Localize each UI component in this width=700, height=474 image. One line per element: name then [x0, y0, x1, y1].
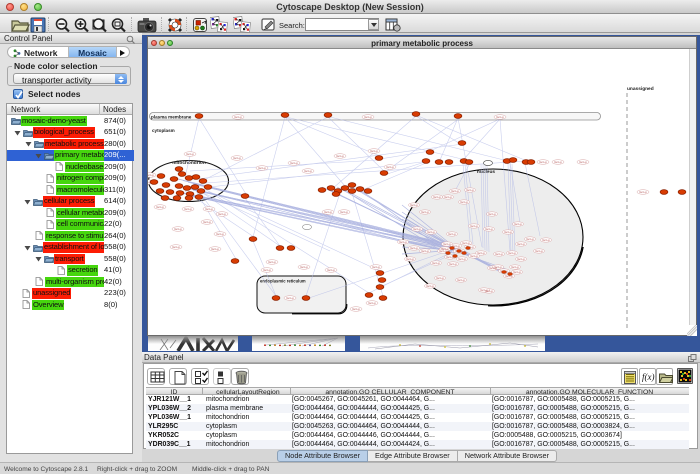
svg-text:Gcn-p: Gcn-p — [290, 161, 298, 165]
svg-text:Gcn-p: Gcn-p — [504, 230, 512, 234]
svg-text:Gcn-p: Gcn-p — [554, 160, 562, 164]
svg-text:Gcn-p: Gcn-p — [205, 207, 213, 211]
svg-text:Gcn-p: Gcn-p — [203, 220, 211, 224]
svg-text:Gcn-p: Gcn-p — [368, 301, 376, 305]
svg-text:Gcn-p: Gcn-p — [421, 249, 429, 253]
svg-text:Gcn-p: Gcn-p — [495, 252, 503, 256]
svg-text:Gcn-p: Gcn-p — [514, 222, 522, 226]
svg-text:Gcn-p: Gcn-p — [444, 195, 452, 199]
svg-text:Gcn-p: Gcn-p — [458, 257, 466, 261]
svg-text:Gcn-p: Gcn-p — [410, 203, 418, 207]
svg-text:Gcn-p: Gcn-p — [462, 241, 470, 245]
svg-text:plasma membrane: plasma membrane — [151, 115, 192, 120]
svg-text:Gcn-p: Gcn-p — [443, 242, 451, 246]
svg-text:Gcn-p: Gcn-p — [172, 245, 180, 249]
svg-text:Gcn-p: Gcn-p — [448, 232, 456, 236]
svg-text:Gcn-p: Gcn-p — [216, 232, 224, 236]
svg-text:Gcn-p: Gcn-p — [488, 212, 496, 216]
svg-text:Gcn-p: Gcn-p — [539, 160, 547, 164]
svg-text:Gcn-p: Gcn-p — [258, 166, 266, 170]
svg-text:Gcn-p: Gcn-p — [324, 210, 332, 214]
svg-text:Gcn-p: Gcn-p — [579, 160, 587, 164]
svg-text:Gcn-p: Gcn-p — [535, 249, 543, 253]
svg-text:unassigned: unassigned — [627, 86, 654, 92]
svg-text:Gcn-p: Gcn-p — [233, 156, 241, 160]
svg-text:Gcn-p: Gcn-p — [426, 284, 434, 288]
svg-text:f(x): f(x) — [642, 372, 655, 382]
svg-text:Gcn-p: Gcn-p — [517, 257, 525, 261]
svg-text:Gcn-p: Gcn-p — [421, 210, 429, 214]
svg-text:Gcn-p: Gcn-p — [460, 200, 468, 204]
svg-text:Gcn-p: Gcn-p — [336, 154, 344, 158]
svg-text:Gcn-p: Gcn-p — [413, 227, 421, 231]
svg-text:Gcn-p: Gcn-p — [186, 152, 194, 156]
svg-text:Gcn-p: Gcn-p — [639, 190, 647, 194]
svg-text:Gcn-p: Gcn-p — [263, 268, 271, 272]
svg-text:Gcn-p: Gcn-p — [513, 270, 521, 274]
svg-text:Gcn-p: Gcn-p — [480, 288, 488, 292]
svg-text:Gcn-p: Gcn-p — [470, 224, 478, 228]
svg-text:Gcn-p: Gcn-p — [386, 165, 394, 169]
svg-text:Gcn-p: Gcn-p — [304, 169, 312, 173]
svg-text:Gcn-p: Gcn-p — [148, 173, 154, 177]
svg-text:Gcn-p: Gcn-p — [466, 188, 474, 192]
svg-text:Gcn-p: Gcn-p — [449, 262, 457, 266]
svg-text:Gcn-p: Gcn-p — [494, 265, 502, 269]
svg-text:Gcn-p: Gcn-p — [372, 265, 380, 269]
svg-text:Gcn-p: Gcn-p — [364, 115, 372, 119]
svg-text:Gcn-p: Gcn-p — [432, 261, 440, 265]
svg-text:Gcn-p: Gcn-p — [286, 296, 294, 300]
svg-text:Gcn-p: Gcn-p — [511, 265, 519, 269]
svg-text:Gcn-p: Gcn-p — [542, 238, 550, 242]
svg-text:endoplasmic reticulum: endoplasmic reticulum — [260, 279, 306, 284]
svg-text:Gcn-p: Gcn-p — [477, 251, 485, 255]
svg-text:Gcn-p: Gcn-p — [268, 260, 276, 264]
svg-text:Gcn-p: Gcn-p — [526, 237, 534, 241]
svg-text:Gcn-p: Gcn-p — [436, 276, 444, 280]
svg-text:nucleus: nucleus — [477, 169, 495, 175]
svg-text:Gcn-p: Gcn-p — [508, 251, 516, 255]
svg-text:Gcn-p: Gcn-p — [340, 210, 348, 214]
svg-text:Gcn-p: Gcn-p — [327, 268, 335, 272]
svg-text:Gcn-p: Gcn-p — [406, 257, 414, 261]
svg-text:Gcn-p: Gcn-p — [352, 307, 360, 311]
svg-text:Gcn-p: Gcn-p — [451, 189, 459, 193]
svg-text:Gcn-p: Gcn-p — [184, 207, 192, 211]
svg-text:Gcn-p: Gcn-p — [433, 195, 441, 199]
svg-text:Gcn-p: Gcn-p — [156, 205, 164, 209]
svg-text:Gcn-p: Gcn-p — [485, 227, 493, 231]
svg-text:Gcn-p: Gcn-p — [517, 242, 525, 246]
svg-text:Gcn-p: Gcn-p — [211, 247, 219, 251]
svg-text:Gcn-p: Gcn-p — [218, 212, 226, 216]
svg-text:Gcn-p: Gcn-p — [496, 115, 504, 119]
svg-text:Gcn-p: Gcn-p — [370, 149, 378, 153]
svg-text:cytoplasm: cytoplasm — [152, 128, 175, 133]
svg-text:Gcn-p: Gcn-p — [399, 240, 407, 244]
svg-text:Gcn-p: Gcn-p — [457, 278, 465, 282]
svg-text:Gcn-p: Gcn-p — [234, 115, 242, 119]
svg-text:Gcn-p: Gcn-p — [427, 230, 435, 234]
svg-text:Gcn-p: Gcn-p — [300, 265, 308, 269]
svg-text:Gcn-p: Gcn-p — [470, 254, 478, 258]
svg-text:Gcn-p: Gcn-p — [410, 246, 418, 250]
svg-text:Gcn-p: Gcn-p — [174, 227, 182, 231]
